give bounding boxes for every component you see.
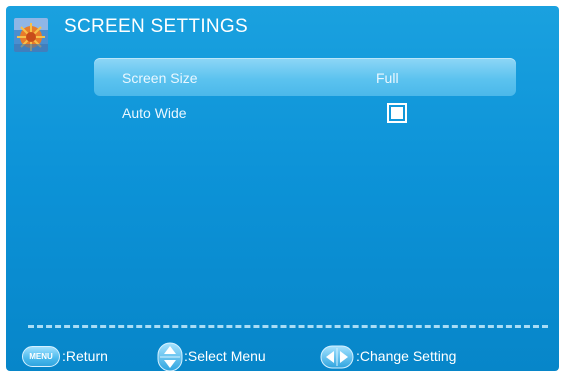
left-right-arrows-icon: [320, 345, 354, 369]
osd-window: SCREEN SETTINGS Screen Size Full Auto Wi…: [6, 6, 559, 371]
change-setting-hint: :Change Setting: [356, 348, 457, 364]
menu-key-icon: MENU: [22, 346, 60, 367]
menu-item-label: Screen Size: [122, 70, 198, 86]
menu-item-label[interactable]: Auto Wide: [122, 105, 187, 121]
footer-divider: [28, 325, 548, 328]
checkbox-check-mark: [391, 107, 403, 119]
up-down-arrows-icon: [157, 342, 183, 371]
page-title: SCREEN SETTINGS: [64, 16, 248, 37]
screen-size-value[interactable]: Full: [376, 70, 399, 86]
select-menu-hint: :Select Menu: [184, 348, 266, 364]
return-hint: :Return: [62, 348, 108, 364]
auto-wide-checkbox[interactable]: [387, 103, 407, 123]
settings-logo-icon: [14, 18, 48, 52]
